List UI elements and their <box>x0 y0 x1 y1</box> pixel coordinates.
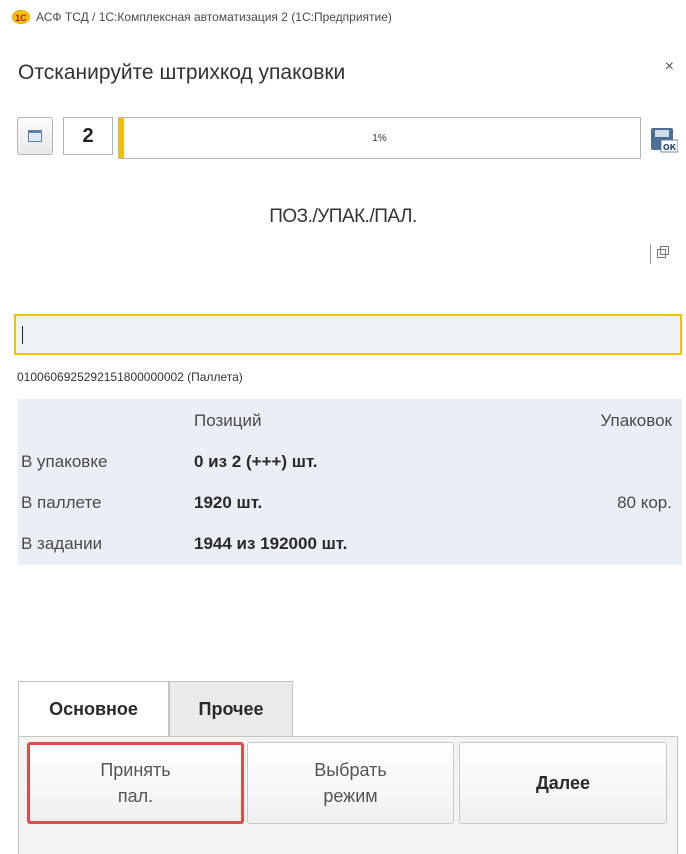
close-icon[interactable]: × <box>665 58 674 76</box>
form-title: Отсканируйте штрихкод упаковки <box>18 61 346 84</box>
window-titlebar: 1С АСФ ТСД / 1С:Комплексная автоматизаци… <box>0 0 686 34</box>
window-title: АСФ ТСД / 1С:Комплексная автоматизация 2… <box>36 10 392 24</box>
row-label: В упаковке <box>21 452 108 471</box>
row-positions: 1920 шт. <box>194 493 263 512</box>
barcode-input[interactable] <box>14 314 682 355</box>
packs-header: Упаковок <box>600 411 672 430</box>
info-table: Позиций Упаковок В упаковке 0 из 2 (+++)… <box>18 399 682 565</box>
calendar-button[interactable] <box>17 117 53 155</box>
barcode-info: 0100606925292151800000002 (Паллета) <box>17 370 243 384</box>
info-row-in-pallet: В паллете 1920 шт. 80 кор. <box>18 489 682 519</box>
row-packs: 80 кор. <box>617 493 672 512</box>
row-label: В задании <box>21 534 103 553</box>
info-row-in-pack: В упаковке 0 из 2 (+++) шт. <box>18 448 682 478</box>
1c-logo-icon: 1С <box>12 10 30 24</box>
row-label: В паллете <box>21 493 102 512</box>
button-label-line2: режим <box>323 786 378 806</box>
count-field[interactable]: 2 <box>63 117 113 155</box>
next-button[interactable]: Далее <box>459 742 667 824</box>
progress-text: 1% <box>372 132 387 144</box>
accept-pallet-button[interactable]: Принять пал. <box>27 742 244 824</box>
button-label-line1: Принять <box>100 760 171 780</box>
row-positions: 1944 из 192000 шт. <box>194 534 348 553</box>
tab-other[interactable]: Прочее <box>169 681 293 736</box>
svg-text:ОК: ОК <box>663 143 677 152</box>
row-positions: 0 из 2 (+++) шт. <box>194 452 318 471</box>
button-label-line2: пал. <box>117 786 154 806</box>
calendar-icon <box>28 130 42 142</box>
info-header-row: Позиций Упаковок <box>18 407 682 437</box>
tab-main[interactable]: Основное <box>18 681 169 736</box>
info-row-in-task: В задании 1944 из 192000 шт. <box>18 530 682 560</box>
button-label-line1: Выбрать <box>314 760 387 780</box>
positions-header: Позиций <box>194 411 262 430</box>
section-title: ПОЗ./УПАК./ПАЛ. <box>269 206 417 227</box>
progress-bar: 1% <box>118 117 641 159</box>
expand-icon[interactable] <box>650 244 669 264</box>
button-label-line1: Далее <box>535 773 591 793</box>
save-ok-icon[interactable]: ОК <box>648 126 678 154</box>
text-caret <box>22 325 23 344</box>
select-mode-button[interactable]: Выбрать режим <box>247 742 454 824</box>
